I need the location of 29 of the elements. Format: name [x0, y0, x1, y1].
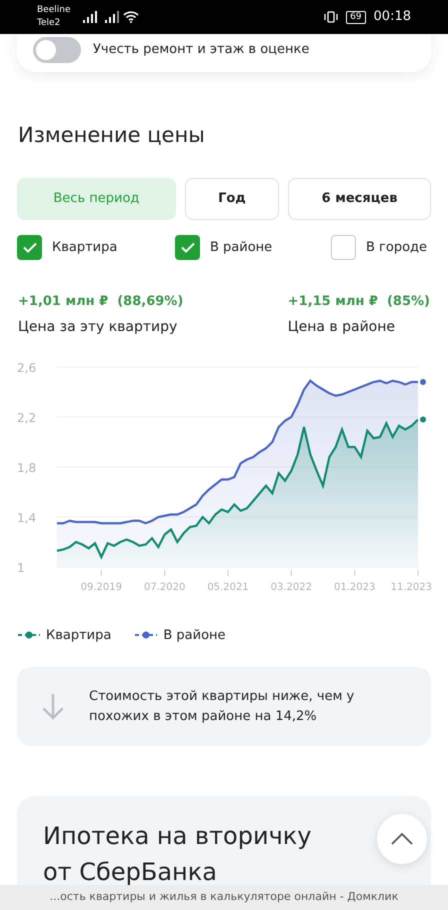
carrier-name: Tele2 — [37, 17, 62, 30]
toggle-label: Учесть ремонт и этаж в оценке — [93, 40, 310, 58]
y-axis-label: 2,6 — [17, 360, 36, 374]
carrier-name: Beeline — [37, 4, 70, 17]
x-axis-label: 05.2021 — [207, 582, 249, 592]
checkbox-label: В городе — [366, 238, 428, 257]
checkbox-label: В районе — [210, 238, 272, 257]
stat-label: Цена в районе — [288, 318, 396, 336]
section-title: Изменение цены — [18, 122, 206, 149]
price-change: +1,01 млн ₽ (88,69%) — [18, 293, 184, 311]
price-change: +1,15 млн ₽ (85%) — [288, 293, 430, 311]
x-axis-label: 01.2023 — [334, 582, 376, 592]
page-title: ...ость квартиры и жилья в калькуляторе онлайн - Домклик — [50, 889, 398, 906]
x-axis-label: 11.2023 — [390, 582, 432, 592]
y-axis-label: 2,2 — [17, 410, 36, 424]
stat-label: Цена за эту квартиру — [18, 318, 178, 336]
y-axis-label: 1 — [17, 560, 25, 574]
y-axis-label: 1,8 — [17, 460, 36, 474]
x-axis-label: 09.2019 — [80, 582, 122, 592]
legend-label: Квартира — [46, 626, 112, 644]
status-time: 00:18 — [374, 8, 411, 26]
legend-label: В районе — [163, 626, 226, 644]
price-comparison-note: Стоимость этой квартиры ниже, чем у похожих в этом районе на 14,2% — [89, 688, 356, 726]
y-axis-label: 1,4 — [17, 510, 36, 524]
checkbox-label: Квартира — [52, 238, 118, 257]
x-axis-label: 03.2022 — [270, 582, 312, 592]
mortgage-title: Ипотека на вторичку от СберБанка — [43, 821, 312, 888]
x-axis-label: 07.2020 — [144, 582, 186, 592]
battery-indicator: 69 — [346, 10, 366, 24]
